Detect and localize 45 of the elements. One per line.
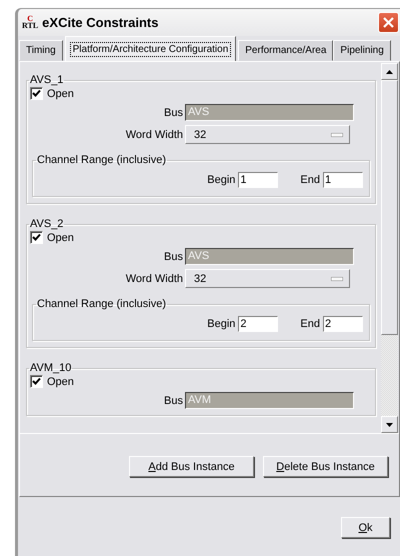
tab[interactable]: Timing [19, 40, 63, 61]
delete-bus-instance-button[interactable]: Delete Bus Instance [263, 456, 388, 477]
word-width-dropdown[interactable]: 32 [185, 125, 350, 144]
window-title: eXCite Constraints [42, 15, 160, 30]
scroll-thumb[interactable] [381, 80, 398, 335]
scroll-up-button[interactable] [381, 63, 398, 80]
up-arrow-icon [386, 70, 393, 74]
group-title: Channel Range (inclusive) [36, 298, 168, 310]
end-field[interactable]: 1 [323, 172, 363, 188]
end-field[interactable]: 2 [323, 316, 363, 332]
tab[interactable]: Performance/Area [238, 40, 334, 61]
close-button[interactable] [378, 12, 399, 33]
field-label: Word Width [124, 272, 184, 284]
field-label: Begin [207, 174, 236, 186]
ok-button[interactable]: Ok [341, 517, 390, 538]
checkbox[interactable] [30, 375, 43, 388]
field-label: Bus [163, 394, 184, 406]
group-title: Channel Range (inclusive) [36, 154, 168, 166]
checkbox-label: Open [47, 232, 74, 244]
tab[interactable]: Platform/Architecture Configuration [64, 36, 236, 61]
group-title: AVM_10 [29, 362, 72, 374]
app-logo: C RTL [22, 14, 38, 28]
begin-field[interactable]: 1 [238, 172, 278, 188]
group-title: AVS_1 [29, 74, 64, 86]
field-label: End [300, 174, 320, 186]
dropdown-icon [331, 276, 343, 280]
close-icon [383, 17, 394, 28]
checkbox[interactable] [30, 87, 43, 100]
dropdown-icon [331, 132, 343, 136]
word-width-dropdown[interactable]: 32 [185, 269, 350, 288]
group-title: AVS_2 [29, 218, 64, 230]
down-arrow-icon [386, 422, 393, 426]
scrollbar[interactable] [381, 63, 398, 433]
tab[interactable]: Pipelining [333, 40, 391, 61]
field-label: End [300, 318, 320, 330]
checkbox-label: Open [47, 376, 74, 388]
add-bus-instance-button[interactable]: Add Bus Instance [129, 456, 254, 477]
field-label: Bus [163, 106, 184, 118]
field-label: Word Width [124, 128, 184, 140]
field-label: Bus [163, 250, 184, 262]
checkbox-label: Open [47, 88, 74, 100]
scroll-down-button[interactable] [381, 416, 398, 433]
checkbox[interactable] [30, 231, 43, 244]
field-label: Begin [207, 318, 236, 330]
begin-field[interactable]: 2 [238, 316, 278, 332]
